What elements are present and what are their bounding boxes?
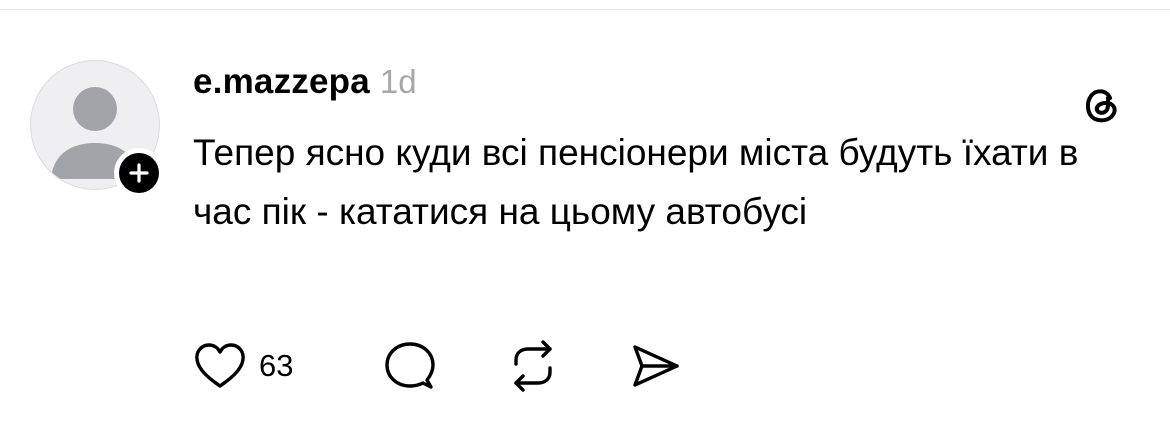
follow-button[interactable] xyxy=(114,148,164,198)
send-icon xyxy=(633,345,679,387)
repost-button[interactable] xyxy=(506,338,560,394)
plus-icon xyxy=(129,163,149,183)
like-count: 63 xyxy=(259,348,294,383)
post-text: Тепер ясно куди всі пенсіонери міста буд… xyxy=(193,132,1079,232)
threads-logo-icon[interactable] xyxy=(1080,82,1124,126)
comment-button[interactable] xyxy=(383,338,437,394)
username-link[interactable]: e.mazzepa xyxy=(193,62,370,101)
comment-bubble-icon xyxy=(385,342,435,389)
share-button[interactable] xyxy=(629,338,683,394)
repost-icon xyxy=(514,340,552,392)
like-button[interactable]: 63 xyxy=(193,338,293,394)
post-header: e.mazzepa 1d xyxy=(193,62,417,102)
top-divider xyxy=(0,9,1170,10)
timestamp: 1d xyxy=(379,63,417,100)
heart-icon xyxy=(195,343,245,388)
